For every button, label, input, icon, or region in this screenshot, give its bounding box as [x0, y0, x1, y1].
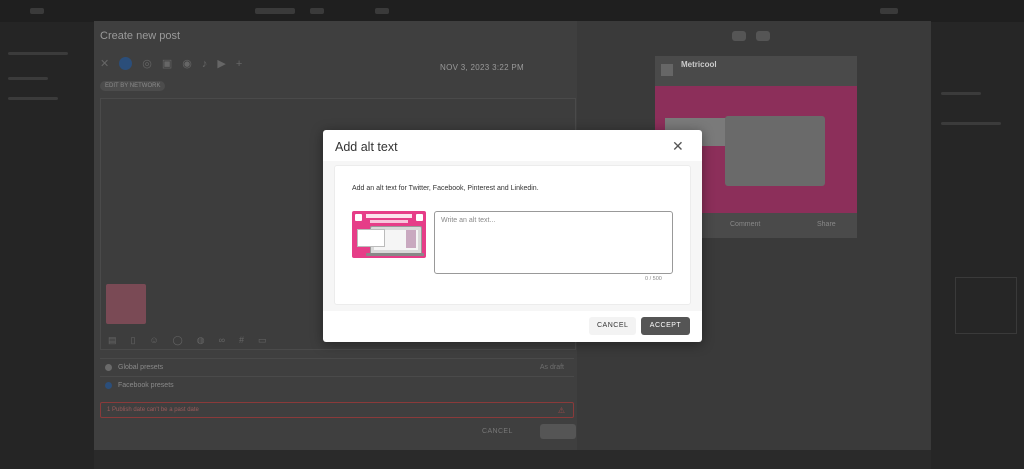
nav-item: [880, 8, 898, 14]
top-navigation-bar: [0, 0, 1024, 22]
emoji-icon: ☺: [149, 335, 159, 345]
publish-datetime: NOV 3, 2023 3:22 PM: [440, 63, 524, 72]
file-icon: ▯: [130, 335, 136, 345]
alt-text-input[interactable]: [434, 211, 673, 274]
twitter-icon: ✕: [100, 58, 110, 70]
note-icon: ▭: [258, 335, 267, 345]
editor-toolbar: ▤ ▯ ☺ ◯ ◍ ∞ # ▭: [108, 335, 267, 346]
error-message: 1 Publish date can't be a past date ⚠: [100, 402, 574, 418]
accept-button[interactable]: ACCEPT: [641, 317, 690, 335]
nav-item: [375, 8, 389, 14]
dialog-body: Add an alt text for Twitter, Facebook, P…: [334, 165, 691, 305]
right-sidebar: [931, 22, 1024, 469]
tiktok-icon: ♪: [201, 57, 208, 70]
comment-icon: ◯: [172, 335, 183, 345]
character-counter: 0 / 500: [645, 276, 662, 282]
alt-text-instructions: Add an alt text for Twitter, Facebook, P…: [352, 185, 539, 192]
youtube-icon: ▶: [217, 58, 226, 70]
global-presets-row: Global presets As draft: [100, 358, 574, 376]
linkedin-icon: ▣: [161, 58, 173, 70]
other-preview-tab: [756, 31, 770, 41]
network-icons: ✕ ◎ ▣ ◉ ♪ ▶ +: [100, 57, 242, 70]
hashtag-icon: #: [239, 335, 245, 345]
editor-title: Create new post: [100, 30, 181, 42]
image-thumbnail-icon: [352, 211, 426, 258]
facebook-presets-row: Facebook presets: [100, 376, 574, 394]
post-image-thumbnail: [106, 284, 146, 324]
warning-icon: ⚠: [557, 406, 565, 415]
facebook-preview-tab: [732, 31, 746, 41]
add-alt-text-dialog: Add alt text ✕ Add an alt text for Twitt…: [323, 130, 702, 342]
pinterest-icon: ◉: [182, 58, 192, 70]
dialog-title: Add alt text: [335, 140, 398, 154]
nav-item: [310, 8, 324, 14]
close-icon[interactable]: ✕: [672, 139, 684, 153]
nav-item: [255, 8, 295, 14]
edit-by-network-tag: EDIT BY NETWORK: [100, 81, 166, 91]
location-icon: ◍: [196, 335, 205, 345]
facebook-icon: [661, 64, 673, 76]
logo-icon: [30, 8, 44, 14]
cancel-button[interactable]: CANCEL: [589, 317, 637, 335]
add-network-icon: +: [235, 57, 243, 70]
editor-cancel-button: CANCEL: [482, 428, 513, 435]
left-sidebar: [0, 22, 94, 469]
facebook-icon: [119, 57, 133, 70]
editor-publish-button: [540, 424, 576, 439]
media-icon: ▤: [108, 335, 117, 345]
link-icon: ∞: [218, 335, 226, 345]
instagram-icon: ◎: [142, 58, 152, 70]
dialog-footer: CANCEL ACCEPT: [323, 311, 702, 342]
